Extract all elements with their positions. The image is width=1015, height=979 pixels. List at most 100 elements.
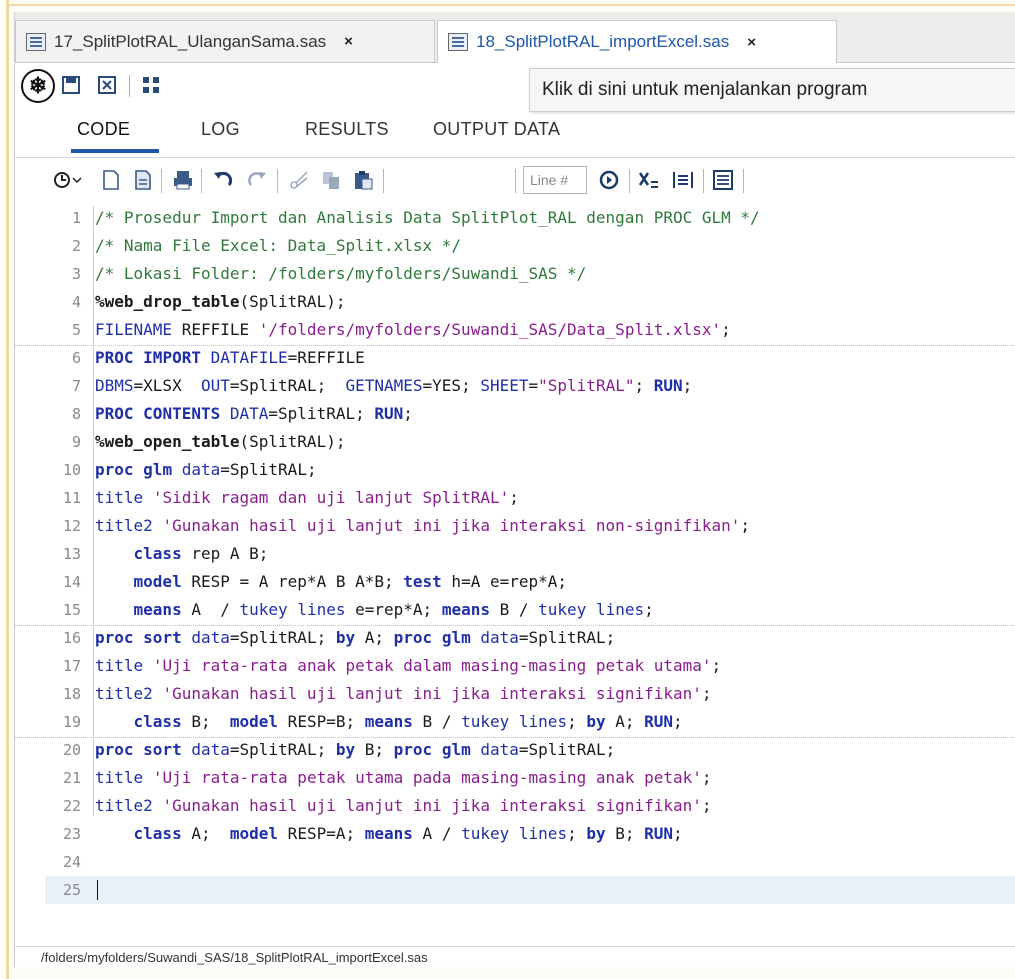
line-number: 2: [71, 237, 81, 255]
toolbar-separator: [129, 75, 130, 97]
code-text: PROC IMPORT DATAFILE=REFFILE: [95, 348, 365, 367]
code-text: proc glm data=SplitRAL;: [95, 460, 317, 479]
tab-log[interactable]: LOG: [201, 119, 240, 140]
code-text: class rep A B;: [133, 544, 269, 563]
toolbar-separator: [201, 169, 202, 193]
line-number: 11: [62, 489, 81, 507]
line-number: 15: [62, 601, 81, 619]
code-line: 15 means A / tukey lines e=rep*A; means …: [15, 596, 1015, 624]
line-number: 21: [62, 769, 81, 787]
toolbar-separator: [629, 169, 630, 193]
code-line: 9 %web_open_table(SplitRAL);: [15, 428, 1015, 456]
cut-icon[interactable]: [287, 168, 311, 192]
code-block-separator: [15, 737, 1015, 739]
code-text: model RESP = A rep*A B A*B; test h=A e=r…: [133, 572, 568, 591]
screenshot-frame: 17_SplitPlotRAL_UlanganSama.sas × 18_Spl…: [0, 0, 1015, 979]
format-code-icon[interactable]: [671, 168, 695, 192]
program-tab-bar: 17_SplitPlotRAL_UlanganSama.sas × 18_Spl…: [15, 12, 1015, 63]
code-text: title 'Uji rata-rata petak utama pada ma…: [95, 768, 712, 787]
run-button[interactable]: ❄: [21, 69, 55, 103]
tab-code[interactable]: CODE: [77, 119, 130, 140]
save-as-icon[interactable]: [95, 73, 119, 97]
code-text: %web_open_table(SplitRAL);: [95, 432, 346, 451]
code-text: /* Prosedur Import dan Analisis Data Spl…: [95, 208, 760, 227]
code-text: means A / tukey lines e=rep*A; means B /…: [133, 600, 654, 619]
line-number: 17: [62, 657, 81, 675]
line-number: 24: [62, 853, 81, 871]
line-number: 9: [71, 433, 81, 451]
section-tabs: CODE LOG RESULTS OUTPUT DATA: [15, 109, 1015, 155]
code-line: 8 PROC CONTENTS DATA=SplitRAL; RUN;: [15, 400, 1015, 428]
toolbar-separator: [161, 169, 162, 193]
tab-program-18[interactable]: 18_SplitPlotRAL_importExcel.sas ×: [437, 20, 837, 63]
line-number: 1: [71, 209, 81, 227]
close-icon[interactable]: ×: [344, 33, 353, 50]
line-number: 7: [71, 377, 81, 395]
code-text: title2 'Gunakan hasil uji lanjut ini jik…: [95, 796, 712, 815]
line-number: 13: [62, 545, 81, 563]
code-line: 20 proc sort data=SplitRAL; by B; proc gl…: [15, 736, 1015, 764]
code-line: 18 title2 'Gunakan hasil uji lanjut ini j…: [15, 680, 1015, 708]
new-program-icon[interactable]: [99, 168, 123, 192]
code-text: /* Nama File Excel: Data_Split.xlsx */: [95, 236, 462, 255]
sas-studio-window: 17_SplitPlotRAL_UlanganSama.sas × 18_Spl…: [14, 12, 1015, 967]
line-number: 12: [62, 517, 81, 535]
code-line: 1 /* Prosedur Import dan Analisis Data Sp…: [15, 204, 1015, 232]
code-text: FILENAME REFFILE '/folders/myfolders/Suw…: [95, 320, 731, 339]
editor-toolbar: Line #: [15, 160, 1015, 202]
snippets-icon[interactable]: [711, 168, 735, 192]
copy-icon[interactable]: [319, 168, 343, 192]
code-line: 19 class B; model RESP=B; means B / tuke…: [15, 708, 1015, 736]
line-number: 16: [62, 629, 81, 647]
redo-icon[interactable]: [245, 168, 269, 192]
code-text: %web_drop_table(SplitRAL);: [95, 292, 346, 311]
line-number: 4: [71, 293, 81, 311]
tab-label: 18_SplitPlotRAL_importExcel.sas: [476, 32, 730, 51]
clear-formatting-icon[interactable]: [637, 168, 661, 192]
toolbar-separator: [703, 169, 704, 193]
code-block-separator: [15, 625, 1015, 627]
code-editor[interactable]: 1 /* Prosedur Import dan Analisis Data Sp…: [15, 206, 1015, 906]
code-text: title2 'Gunakan hasil uji lanjut ini jik…: [95, 684, 712, 703]
go-to-line-icon[interactable]: [597, 168, 621, 192]
print-icon[interactable]: [171, 168, 195, 192]
tab-label: 17_SplitPlotRAL_UlanganSama.sas: [54, 31, 327, 51]
save-icon[interactable]: [59, 73, 83, 97]
code-line: 22 title2 'Gunakan hasil uji lanjut ini j…: [15, 792, 1015, 820]
tab-results[interactable]: RESULTS: [305, 119, 389, 140]
line-number: 19: [62, 713, 81, 731]
code-line: 5 FILENAME REFFILE '/folders/myfolders/Su…: [15, 316, 1015, 344]
code-line: 3 /* Lokasi Folder: /folders/myfolders/Su…: [15, 260, 1015, 288]
code-text: proc sort data=SplitRAL; by A; proc glm …: [95, 628, 616, 647]
line-number: 5: [71, 321, 81, 339]
toolbar-separator: [743, 169, 744, 193]
code-line: 14 model RESP = A rep*A B A*B; test h=A …: [15, 568, 1015, 596]
undo-icon[interactable]: [211, 168, 235, 192]
status-bar-path: /folders/myfolders/Suwandi_SAS/18_SplitP…: [15, 946, 1015, 968]
maximize-view-icon[interactable]: [139, 73, 163, 97]
line-number: 3: [71, 265, 81, 283]
paste-icon[interactable]: [351, 168, 375, 192]
toolbar-separator: [277, 169, 278, 193]
code-line: 12 title2 'Gunakan hasil uji lanjut ini j…: [15, 512, 1015, 540]
line-number: 14: [62, 573, 81, 591]
code-line: 10 proc glm data=SplitRAL;: [15, 456, 1015, 484]
line-number-input[interactable]: Line #: [523, 166, 587, 194]
close-icon[interactable]: ×: [747, 34, 756, 51]
history-icon[interactable]: [51, 168, 85, 192]
code-line: 23 class A; model RESP=A; means A / tuke…: [15, 820, 1015, 848]
code-text: PROC CONTENTS DATA=SplitRAL; RUN;: [95, 404, 413, 423]
code-line: 7 DBMS=XLSX OUT=SplitRAL; GETNAMES=YES; S…: [15, 372, 1015, 400]
code-text: class A; model RESP=A; means A / tukey l…: [133, 824, 683, 843]
code-line: 16 proc sort data=SplitRAL; by A; proc gl…: [15, 624, 1015, 652]
tab-program-17[interactable]: 17_SplitPlotRAL_UlanganSama.sas ×: [15, 20, 435, 62]
line-number: 10: [62, 461, 81, 479]
open-program-icon[interactable]: [131, 168, 155, 192]
line-number: 20: [62, 741, 81, 759]
tab-output-data[interactable]: OUTPUT DATA: [433, 119, 560, 140]
code-line: 17 title 'Uji rata-rata anak petak dalam …: [15, 652, 1015, 680]
section-divider: [15, 157, 1015, 158]
code-line: 11 title 'Sidik ragam dan uji lanjut Spli…: [15, 484, 1015, 512]
frame-accent-top: [6, 4, 1015, 6]
code-text: DBMS=XLSX OUT=SplitRAL; GETNAMES=YES; SH…: [95, 376, 693, 395]
